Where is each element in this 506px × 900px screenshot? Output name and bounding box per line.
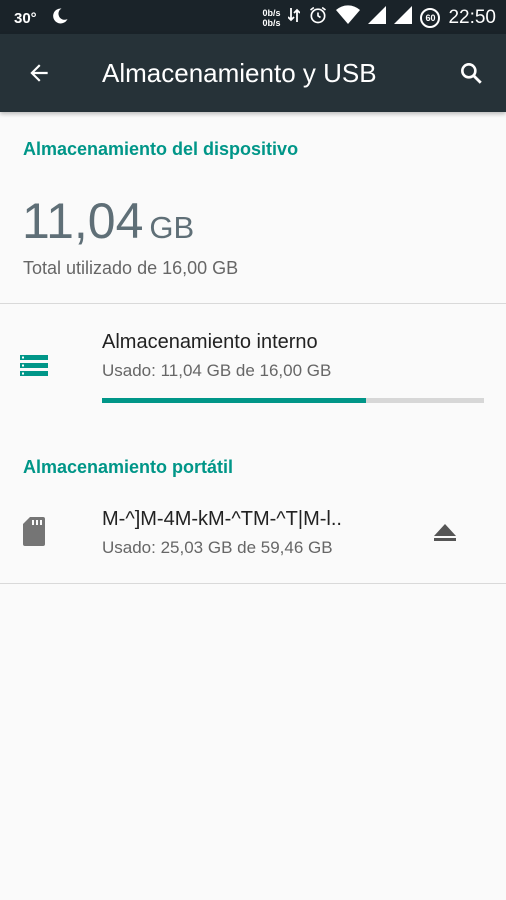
status-left: 30° [14,7,69,30]
progress-fill [102,398,366,403]
signal-icon [368,6,387,29]
portable-storage-title: M-^]M-4M-kM-^TM-^T|M-l.. [102,508,342,530]
storage-icon [20,355,48,382]
alarm-icon [308,5,328,30]
portable-storage-usage: Usado: 25,03 GB de 59,46 GB [102,538,333,557]
used-unit: GB [149,210,195,245]
device-storage-header: Almacenamiento del dispositivo [23,139,299,159]
net-down: 0b/s [262,17,281,28]
search-icon[interactable] [454,56,488,90]
data-transfer-icon [287,6,302,29]
moon-icon [51,7,69,30]
internal-storage-title: Almacenamiento interno [102,331,318,353]
total-used-text: Total utilizado de 16,00 GB [23,258,239,278]
portable-storage-header: Almacenamiento portátil [23,457,234,477]
divider [0,583,506,584]
wifi-icon [336,5,361,30]
network-speed: 0b/s 0b/s [262,8,280,28]
arrow-back-icon[interactable] [22,56,56,90]
sd-card-icon [23,517,45,551]
page-title: Almacenamiento y USB [102,58,377,88]
app-bar: Almacenamiento y USB [0,34,506,112]
clock: 22:50 [448,6,496,28]
used-value: 11,04 [22,193,144,249]
temperature: 30° [14,10,37,27]
internal-storage-progress [102,398,484,403]
internal-storage-usage: Usado: 11,04 GB de 16,00 GB [102,361,332,380]
signal-2-icon [394,6,413,29]
used-storage-summary: 11,04 GB [22,192,194,250]
status-bar: 30° 0b/s 0b/s 60 22:50 [0,0,506,34]
net-up: 0b/s [262,7,281,18]
status-right: 0b/s 0b/s 60 22:50 [262,5,496,30]
eject-icon[interactable] [430,518,460,548]
battery-icon: 60 [420,7,441,28]
